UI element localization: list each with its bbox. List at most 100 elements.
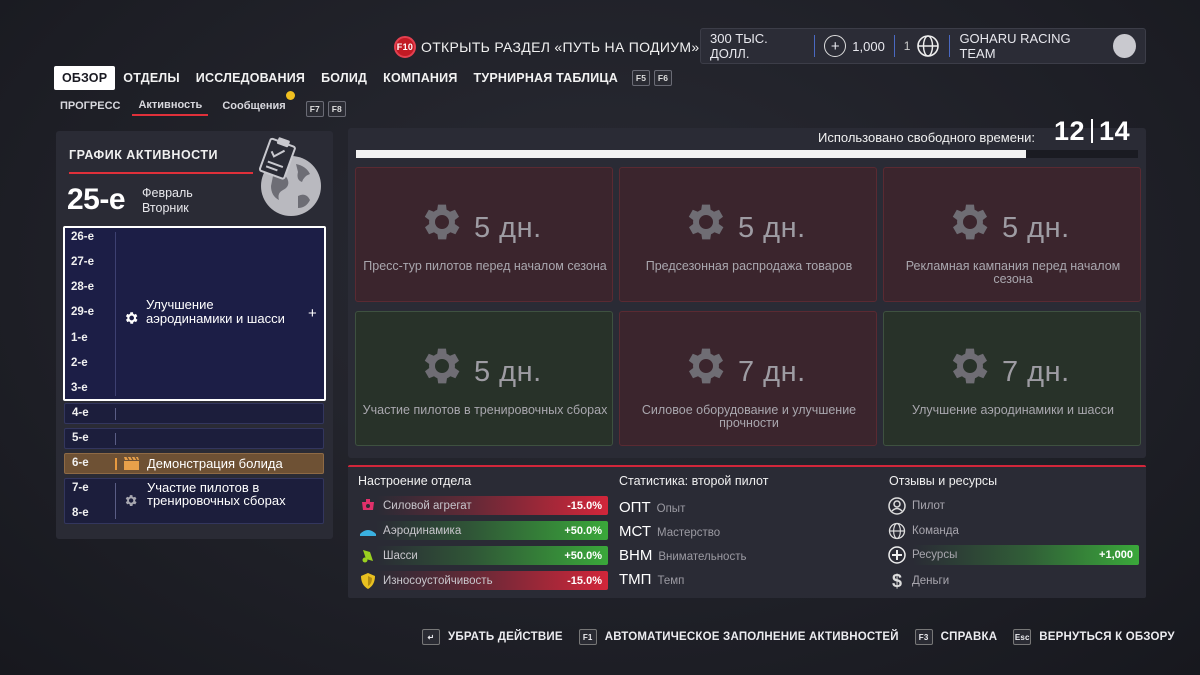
month-label: Февраль bbox=[142, 186, 193, 200]
team-globe-icon bbox=[888, 522, 906, 540]
activity-label: Предсезонная распродажа товаров bbox=[645, 259, 853, 273]
mood-name: Силовой агрегат bbox=[383, 499, 472, 512]
driver-icon bbox=[888, 497, 906, 515]
footer-label: УБРАТЬ ДЕЙСТВИЕ bbox=[448, 631, 563, 643]
mood-row-power-unit: Силовой агрегат -15.0% bbox=[356, 496, 608, 515]
feedback-name: Деньги bbox=[912, 575, 950, 587]
tab-company[interactable]: КОМПАНИЯ bbox=[375, 66, 465, 90]
f8-key-icon[interactable]: F8 bbox=[327, 101, 346, 117]
activity-duration: 5 дн. bbox=[1002, 212, 1070, 244]
activity-label: Улучшение аэродинамики и шасси bbox=[912, 403, 1114, 417]
activity-card[interactable]: 7 дн. Улучшение аэродинамики и шасси bbox=[883, 311, 1141, 446]
footer-label: СПРАВКА bbox=[940, 631, 998, 643]
f7-key-icon[interactable]: F7 bbox=[305, 101, 324, 117]
remove-action-button[interactable]: ↵ УБРАТЬ ДЕЙСТВИЕ bbox=[422, 629, 563, 645]
feedback-name: Команда bbox=[912, 525, 959, 537]
team-stat: 1 bbox=[895, 29, 950, 63]
current-date-info: Февраль Вторник bbox=[142, 186, 193, 216]
activity-card[interactable]: 7 дн. Силовое оборудование и улучшение пр… bbox=[619, 311, 877, 446]
back-to-overview-button[interactable]: Esc ВЕРНУТЬСЯ К ОБЗОРУ bbox=[1013, 629, 1174, 645]
f6-key-icon[interactable]: F6 bbox=[654, 70, 672, 86]
row-divider bbox=[115, 458, 117, 470]
gear-icon bbox=[125, 312, 138, 324]
day-label: 28-е bbox=[71, 281, 95, 293]
free-time-used: 12 bbox=[1054, 116, 1086, 146]
day-label: 29-е bbox=[71, 306, 95, 318]
feedback-row-team: Команда bbox=[888, 521, 1139, 541]
activity-card[interactable]: 5 дн. Рекламная кампания перед началом се… bbox=[883, 167, 1141, 302]
stat-abbr: ТМП bbox=[619, 571, 652, 588]
resources-stat: + 1,000 bbox=[815, 29, 894, 63]
free-time-counter: 12 14 bbox=[1054, 116, 1130, 147]
day-label: 3-е bbox=[71, 382, 88, 394]
podium-label: ОТКРЫТЬ РАЗДЕЛ «ПУТЬ НА ПОДИУМ» bbox=[421, 39, 700, 55]
activity-label: Пресс-тур пилотов перед началом сезона bbox=[363, 259, 607, 273]
driver-stats-title: Статистика: второй пилот bbox=[619, 474, 769, 488]
free-time-progress-fill bbox=[356, 150, 1026, 158]
schedule-title: ГРАФИК АКТИВНОСТИ bbox=[69, 148, 218, 162]
divider bbox=[1091, 119, 1094, 143]
activity-duration: 5 дн. bbox=[738, 212, 806, 244]
mood-name: Износоустойчивость bbox=[383, 574, 493, 587]
enter-key-icon: ↵ bbox=[422, 629, 440, 645]
activity-card[interactable]: 5 дн. Предсезонная распродажа товаров bbox=[619, 167, 877, 302]
mood-value: +50.0% bbox=[564, 524, 602, 537]
chassis-icon bbox=[359, 548, 377, 564]
team-logo-icon bbox=[1113, 34, 1137, 58]
durability-shield-icon bbox=[359, 572, 377, 589]
tab-departments[interactable]: ОТДЕЛЫ bbox=[115, 66, 188, 90]
esc-key-icon: Esc bbox=[1013, 629, 1032, 645]
subtab-progress[interactable]: ПРОГРЕСС bbox=[60, 97, 120, 116]
stat-row-focus: ВНМ Внимательность bbox=[619, 547, 746, 564]
feedback-name: Пилот bbox=[912, 500, 945, 512]
mood-value: -15.0% bbox=[567, 574, 602, 587]
team-name-stat: GOHARU RACING TEAM bbox=[950, 29, 1145, 63]
aero-icon bbox=[359, 523, 377, 539]
tab-car[interactable]: БОЛИД bbox=[313, 66, 375, 90]
row-divider bbox=[115, 408, 116, 420]
tab-standings[interactable]: ТУРНИРНАЯ ТАБЛИЦА bbox=[466, 66, 626, 90]
gear-icon bbox=[424, 348, 460, 384]
globe-icon bbox=[917, 35, 940, 57]
money-stat: 300 ТЫС. ДОЛЛ. bbox=[701, 29, 814, 63]
mood-row-chassis: Шасси +50.0% bbox=[356, 546, 608, 565]
activity-duration: 5 дн. bbox=[474, 212, 542, 244]
free-time-total: 14 bbox=[1099, 116, 1131, 146]
activity-duration: 5 дн. bbox=[474, 356, 542, 388]
stat-abbr: ВНМ bbox=[619, 547, 653, 564]
stat-abbr: ОПТ bbox=[619, 499, 651, 516]
tab-research[interactable]: ИССЛЕДОВАНИЯ bbox=[188, 66, 313, 90]
sub-tabs: ПРОГРЕСС Активность Сообщения F7 F8 bbox=[60, 90, 346, 117]
feedback-row-money: $ Деньги bbox=[888, 571, 1139, 591]
footer-label: ВЕРНУТЬСЯ К ОБЗОРУ bbox=[1039, 631, 1175, 643]
stat-row-pace: ТМП Темп bbox=[619, 571, 684, 588]
day-label: 7-е bbox=[72, 482, 89, 494]
schedule-row[interactable] bbox=[64, 428, 324, 449]
stat-name: Опыт bbox=[656, 503, 686, 515]
autofill-activities-button[interactable]: F1 АВТОМАТИЧЕСКОЕ ЗАПОЛНЕНИЕ АКТИВНОСТЕЙ bbox=[578, 629, 899, 645]
day-label: 26-е bbox=[71, 231, 95, 243]
schedule-row[interactable] bbox=[64, 403, 324, 424]
podium-button[interactable]: F10 ОТКРЫТЬ РАЗДЕЛ «ПУТЬ НА ПОДИУМ» bbox=[394, 33, 699, 61]
day-label: 5-е bbox=[72, 432, 89, 444]
f5-key-icon[interactable]: F5 bbox=[632, 70, 650, 86]
activity-label: Участие пилотов в тренировочных сборах bbox=[362, 403, 608, 417]
add-activity-button[interactable]: + bbox=[308, 305, 317, 322]
day-label: 1-е bbox=[71, 332, 88, 344]
gear-icon bbox=[424, 204, 460, 240]
resources-icon bbox=[888, 546, 906, 564]
current-day: 25-е bbox=[67, 183, 126, 216]
stat-name: Мастерство bbox=[657, 527, 721, 539]
help-button[interactable]: F3 СПРАВКА bbox=[914, 629, 998, 645]
rank-value: 1 bbox=[903, 39, 911, 53]
stat-row-experience: ОПТ Опыт bbox=[619, 499, 685, 516]
subtab-messages[interactable]: Сообщения bbox=[222, 90, 295, 116]
day-divider bbox=[115, 232, 116, 396]
row-activity-label: Участие пилотов в тренировочных сборах bbox=[147, 480, 286, 508]
activity-card[interactable]: 5 дн. Участие пилотов в тренировочных сбо… bbox=[355, 311, 613, 446]
subtab-activity[interactable]: Активность bbox=[132, 97, 209, 116]
team-stats-bar: 300 ТЫС. ДОЛЛ. + 1,000 1 GOHARU RACING T… bbox=[700, 28, 1146, 64]
activity-card[interactable]: 5 дн. Пресс-тур пилотов перед началом сез… bbox=[355, 167, 613, 302]
feedback-value: +1,000 bbox=[1099, 549, 1133, 561]
tab-overview[interactable]: ОБЗОР bbox=[54, 66, 116, 90]
